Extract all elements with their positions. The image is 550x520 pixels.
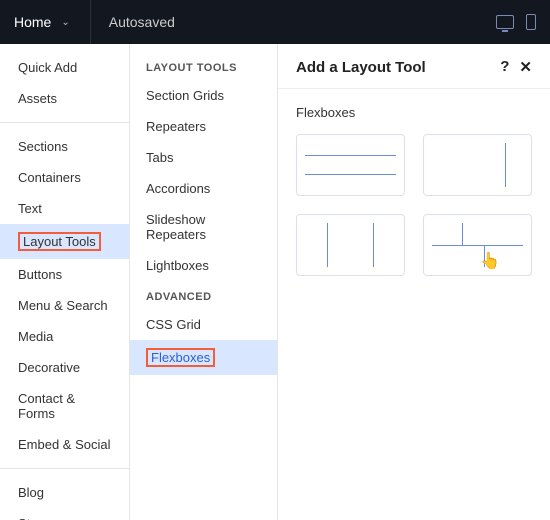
sidebar-item-text[interactable]: Text	[0, 193, 129, 224]
sidebar-item-buttons[interactable]: Buttons	[0, 259, 129, 290]
sidebar-item-store[interactable]: Store	[0, 508, 129, 520]
sidebar-item-blog[interactable]: Blog	[0, 477, 129, 508]
sidebar-item-embed-social[interactable]: Embed & Social	[0, 429, 129, 460]
layout-cards-grid: 👆	[296, 134, 532, 276]
cursor-icon: 👆	[480, 251, 500, 271]
home-label: Home	[14, 14, 51, 30]
section-title-flexboxes: Flexboxes	[296, 105, 532, 120]
sidebar-item-assets[interactable]: Assets	[0, 83, 129, 114]
submenu-item-flexboxes[interactable]: Flexboxes	[130, 340, 277, 375]
sidebar-item-decorative[interactable]: Decorative	[0, 352, 129, 383]
autosaved-status: Autosaved	[109, 14, 175, 30]
desktop-view-icon[interactable]	[496, 15, 514, 29]
sidebar-item-sections[interactable]: Sections	[0, 131, 129, 162]
secondary-sidebar: LAYOUT TOOLS Section GridsRepeatersTabsA…	[130, 44, 278, 520]
sidebar-item-media[interactable]: Media	[0, 321, 129, 352]
submenu-item-slideshow-repeaters[interactable]: Slideshow Repeaters	[130, 204, 277, 250]
submenu-item-accordions[interactable]: Accordions	[130, 173, 277, 204]
panel-title: Add a Layout Tool	[296, 59, 426, 76]
sidebar-item-contact-forms[interactable]: Contact & Forms	[0, 383, 129, 429]
details-panel: Add a Layout Tool ? ✕ Flexboxes 👆	[278, 44, 550, 520]
submenu-item-tabs[interactable]: Tabs	[130, 142, 277, 173]
sidebar-item-containers[interactable]: Containers	[0, 162, 129, 193]
home-dropdown[interactable]: Home ⌄	[14, 0, 91, 44]
section-header-advanced: ADVANCED	[130, 281, 277, 309]
flexbox-option-columns[interactable]	[296, 214, 405, 276]
panel-header: Add a Layout Tool ? ✕	[278, 44, 550, 89]
mobile-view-icon[interactable]	[526, 14, 536, 30]
main: Quick AddAssets SectionsContainersTextLa…	[0, 44, 550, 520]
submenu-item-section-grids[interactable]: Section Grids	[130, 80, 277, 111]
sidebar-item-menu-search[interactable]: Menu & Search	[0, 290, 129, 321]
flexbox-option-rows[interactable]	[296, 134, 405, 196]
close-icon[interactable]: ✕	[519, 58, 532, 76]
flexbox-option-sidebar-right[interactable]	[423, 134, 532, 196]
sidebar-item-quick-add[interactable]: Quick Add	[0, 52, 129, 83]
chevron-down-icon: ⌄	[61, 17, 69, 28]
section-header-layout-tools: LAYOUT TOOLS	[130, 52, 277, 80]
topbar: Home ⌄ Autosaved	[0, 0, 550, 44]
flexbox-option-mixed[interactable]: 👆	[423, 214, 532, 276]
help-icon[interactable]: ?	[500, 58, 509, 76]
primary-sidebar: Quick AddAssets SectionsContainersTextLa…	[0, 44, 130, 520]
submenu-item-lightboxes[interactable]: Lightboxes	[130, 250, 277, 281]
submenu-item-repeaters[interactable]: Repeaters	[130, 111, 277, 142]
sidebar-item-layout-tools[interactable]: Layout Tools	[0, 224, 129, 259]
submenu-item-css-grid[interactable]: CSS Grid	[130, 309, 277, 340]
